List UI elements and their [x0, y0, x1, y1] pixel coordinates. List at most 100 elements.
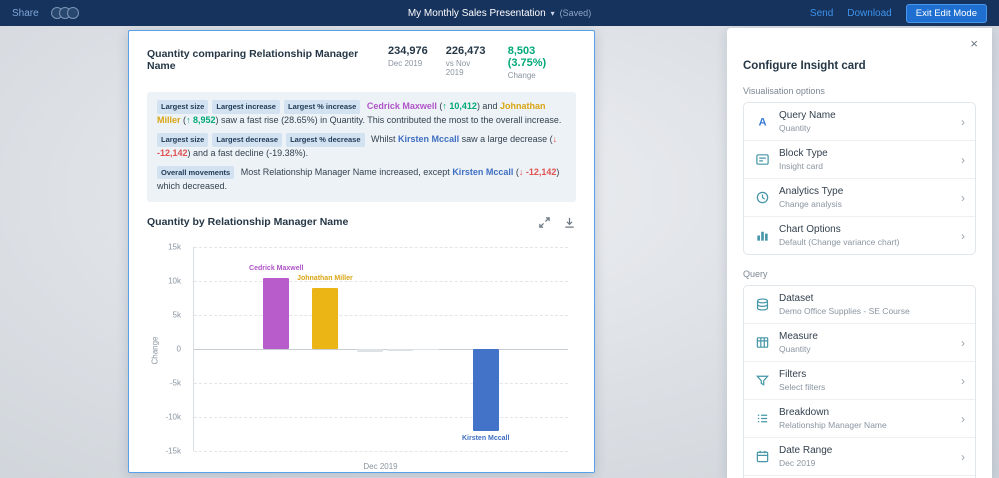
panel-item-title: Filters — [779, 369, 807, 380]
panel-item-texts: Query Name Quantity — [779, 110, 952, 133]
dataset-icon — [754, 297, 770, 313]
metrics: 234,976 Dec 2019 226,473 vs Nov 2019 8,503 (… — [388, 45, 576, 80]
insight-card[interactable]: Quantity comparing Relationship Manager … — [128, 30, 595, 473]
panel-item-subtitle: Quantity — [779, 344, 811, 354]
bar-other[interactable] — [356, 348, 383, 352]
gridline — [194, 314, 568, 316]
panel-item-title: Breakdown — [779, 407, 830, 418]
chart-title: Quantity by Relationship Manager Name — [147, 216, 349, 229]
y-tick-label: -10k — [165, 412, 181, 422]
block-type-icon — [754, 152, 770, 168]
insight-text: ↑ 8,952 — [186, 114, 216, 125]
bar-kirsten-mccall[interactable] — [472, 348, 499, 432]
presentation-title-menu[interactable]: My Monthly Sales Presentation ▾ (Saved) — [408, 8, 591, 19]
panel-item-subtitle: Relationship Manager Name — [779, 420, 887, 430]
top-bar: Share My Monthly Sales Presentation ▾ (S… — [0, 0, 999, 26]
insight-text: Cedrick Maxwell — [366, 101, 437, 111]
panel-item-texts: Dataset Demo Office Supplies - SE Course — [779, 293, 965, 316]
insight-line: Overall movements Most Relationship Mana… — [157, 165, 566, 194]
x-axis-label: Dec 2019 — [363, 461, 398, 471]
avatar[interactable] — [66, 7, 79, 19]
top-bar-left: Share — [12, 7, 79, 19]
metric: 8,503 (3.75%) Change — [508, 45, 576, 80]
svg-text:A: A — [758, 117, 766, 129]
metric-value: 234,976 — [388, 45, 428, 57]
panel-item-subtitle: Dec 2019 — [779, 458, 816, 468]
panel-item-block-type[interactable]: Block Type Insight card › — [744, 141, 975, 179]
panel-item-filters[interactable]: Filters Select filters › — [744, 362, 975, 400]
insight-tag: Largest size — [157, 100, 209, 114]
bar-label: Kirsten Mccall — [461, 435, 510, 443]
chevron-right-icon: › — [961, 152, 965, 167]
panel-item-chart-options[interactable]: Chart Options Default (Change variance ch… — [744, 217, 975, 254]
insight-text: ) and a fast decline (-19.38%). — [187, 147, 309, 158]
insight-tag: Largest % increase — [283, 100, 361, 114]
card-header: Quantity comparing Relationship Manager … — [147, 45, 576, 80]
close-icon[interactable]: × — [970, 36, 978, 51]
y-tick-label: -5k — [169, 378, 181, 388]
panel-item-subtitle: Default (Change variance chart) — [779, 237, 900, 247]
panel-item-title: Chart Options — [779, 224, 841, 235]
bar-label: Johnathan Miller — [297, 274, 353, 282]
metric: 234,976 Dec 2019 — [388, 45, 428, 80]
panel-item-texts: Block Type Insight card — [779, 148, 952, 171]
chevron-right-icon: › — [961, 114, 965, 129]
chart-options-icon — [754, 228, 770, 244]
panel-item-title: Analytics Type — [779, 186, 844, 197]
insight-tag: Largest size — [157, 132, 209, 147]
send-button[interactable]: Send — [810, 8, 833, 19]
bar-other[interactable] — [386, 348, 413, 351]
exit-edit-mode-button[interactable]: Exit Edit Mode — [905, 3, 987, 23]
insight-text: ) saw a fast rise (28.65%) in Quantity. … — [215, 114, 562, 125]
insight-text: Most Relationship Manager Name increased… — [238, 166, 453, 177]
panel-item-analytics-type[interactable]: Analytics Type Change analysis › — [744, 179, 975, 217]
y-axis-ticks: 15k 10k 5k 0 -5k -10k -15k — [153, 242, 185, 455]
panel-item-subtitle: Change analysis — [779, 199, 842, 209]
bar-cedrick-maxwell[interactable] — [263, 277, 290, 349]
panel-item-query-name[interactable]: A Query Name Quantity › — [744, 103, 975, 141]
panel-item-measure[interactable]: Measure Quantity › — [744, 324, 975, 362]
analytics-type-icon — [754, 190, 770, 206]
insight-line: Largest size Largest decrease Largest % de… — [157, 132, 566, 161]
insight-text: ↑ 10,412 — [442, 101, 477, 111]
download-chart-icon[interactable] — [563, 216, 576, 229]
measure-icon — [754, 335, 770, 351]
panel-item-texts: Analytics Type Change analysis — [779, 186, 952, 209]
panel-item-subtitle: Select filters — [779, 382, 826, 392]
y-tick-label: 0 — [176, 344, 181, 354]
settings-group: A Query Name Quantity › Block Type Insight ca… — [743, 102, 976, 255]
panel-sections: Visualisation options A Query Name Quantity… — [743, 86, 976, 478]
panel-item-title: Block Type — [779, 148, 828, 159]
panel-item-breakdown[interactable]: Breakdown Relationship Manager Name › — [744, 400, 975, 438]
settings-group: Dataset Demo Office Supplies - SE Course M… — [743, 285, 976, 478]
panel-title: Configure Insight card — [743, 60, 866, 72]
panel-item-subtitle: Demo Office Supplies - SE Course — [779, 306, 910, 316]
bar-johnathan-miller[interactable] — [311, 287, 338, 349]
insight-tag: Overall movements — [157, 165, 235, 180]
breakdown-icon — [754, 411, 770, 427]
y-tick-label: -15k — [165, 446, 181, 456]
y-tick-label: 5k — [172, 310, 181, 320]
bar-label: Cedrick Maxwell — [249, 264, 304, 272]
metric-value: 226,473 — [445, 45, 486, 57]
saved-status: (Saved) — [559, 8, 592, 18]
filters-icon — [754, 373, 770, 389]
bar-chart: Change 15k 10k 5k 0 -5k -10k -15k Cedrick Maxw… — [147, 239, 576, 472]
panel-item-date-range[interactable]: Date Range Dec 2019 › — [744, 438, 975, 476]
chevron-right-icon: › — [961, 373, 965, 388]
insight-tag: Largest % decrease — [286, 132, 365, 147]
bar-other[interactable] — [412, 348, 439, 351]
top-bar-right: Send Download Exit Edit Mode — [810, 3, 987, 23]
y-tick-label: 10k — [168, 276, 181, 286]
metric-label: vs Nov 2019 — [445, 59, 471, 77]
metric-label: Change — [507, 71, 536, 80]
share-button[interactable]: Share — [12, 8, 39, 19]
collaborator-avatars[interactable] — [50, 7, 79, 19]
chevron-right-icon: › — [961, 449, 965, 464]
expand-icon[interactable] — [538, 216, 551, 229]
download-button[interactable]: Download — [847, 8, 891, 19]
panel-item-texts: Filters Select filters — [779, 369, 952, 392]
panel-item-dataset[interactable]: Dataset Demo Office Supplies - SE Course — [744, 286, 975, 324]
insight-line: Largest size Largest increase Largest % in… — [157, 100, 566, 128]
configure-panel: × Configure Insight card Visualisation o… — [727, 28, 992, 478]
